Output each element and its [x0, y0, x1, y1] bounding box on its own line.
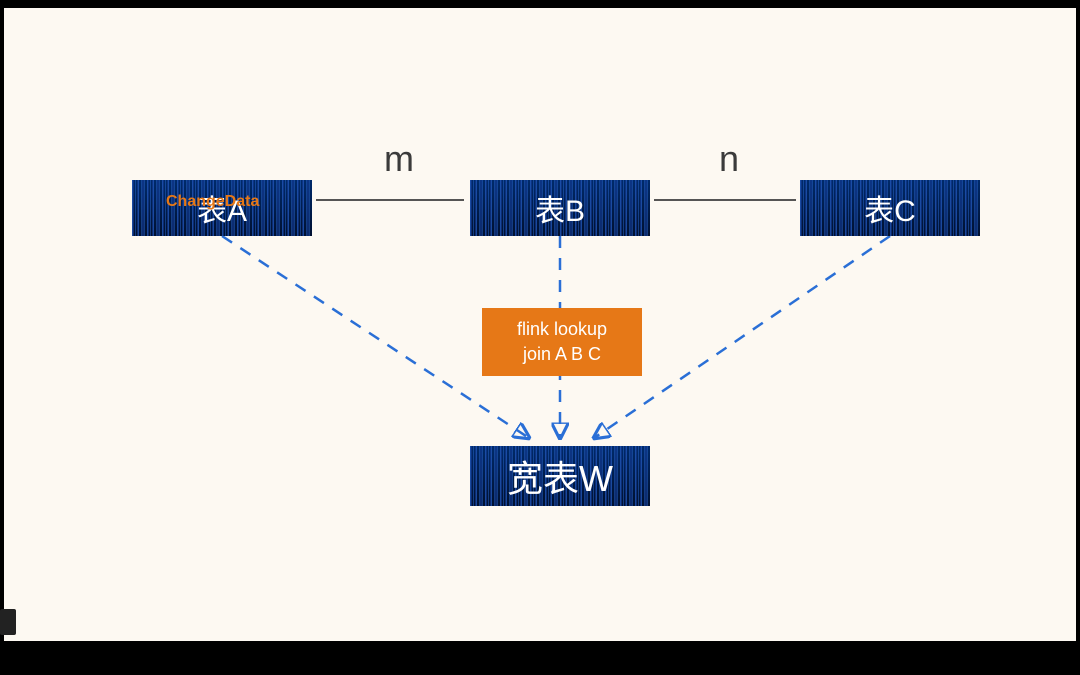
process-flink-lookup: flink lookup join A B C [482, 308, 642, 376]
edge-label-m: m [384, 138, 414, 180]
node-b-label: 表B [535, 186, 585, 230]
process-line1: flink lookup [517, 317, 607, 342]
overlay-change-data: ChangeData [166, 193, 259, 211]
node-c-label: 表C [864, 186, 916, 230]
cursor-indicator [0, 609, 16, 635]
node-table-c: 表C [800, 180, 980, 236]
edge-label-n: n [719, 138, 739, 180]
node-w-label: 宽表W [507, 450, 613, 502]
node-table-b: 表B [470, 180, 650, 236]
process-line2: join A B C [523, 342, 601, 367]
node-wide-table-w: 宽表W [470, 446, 650, 506]
diagram-canvas: 表A ChangeData 表B 表C m n flink lookup joi… [4, 8, 1076, 641]
